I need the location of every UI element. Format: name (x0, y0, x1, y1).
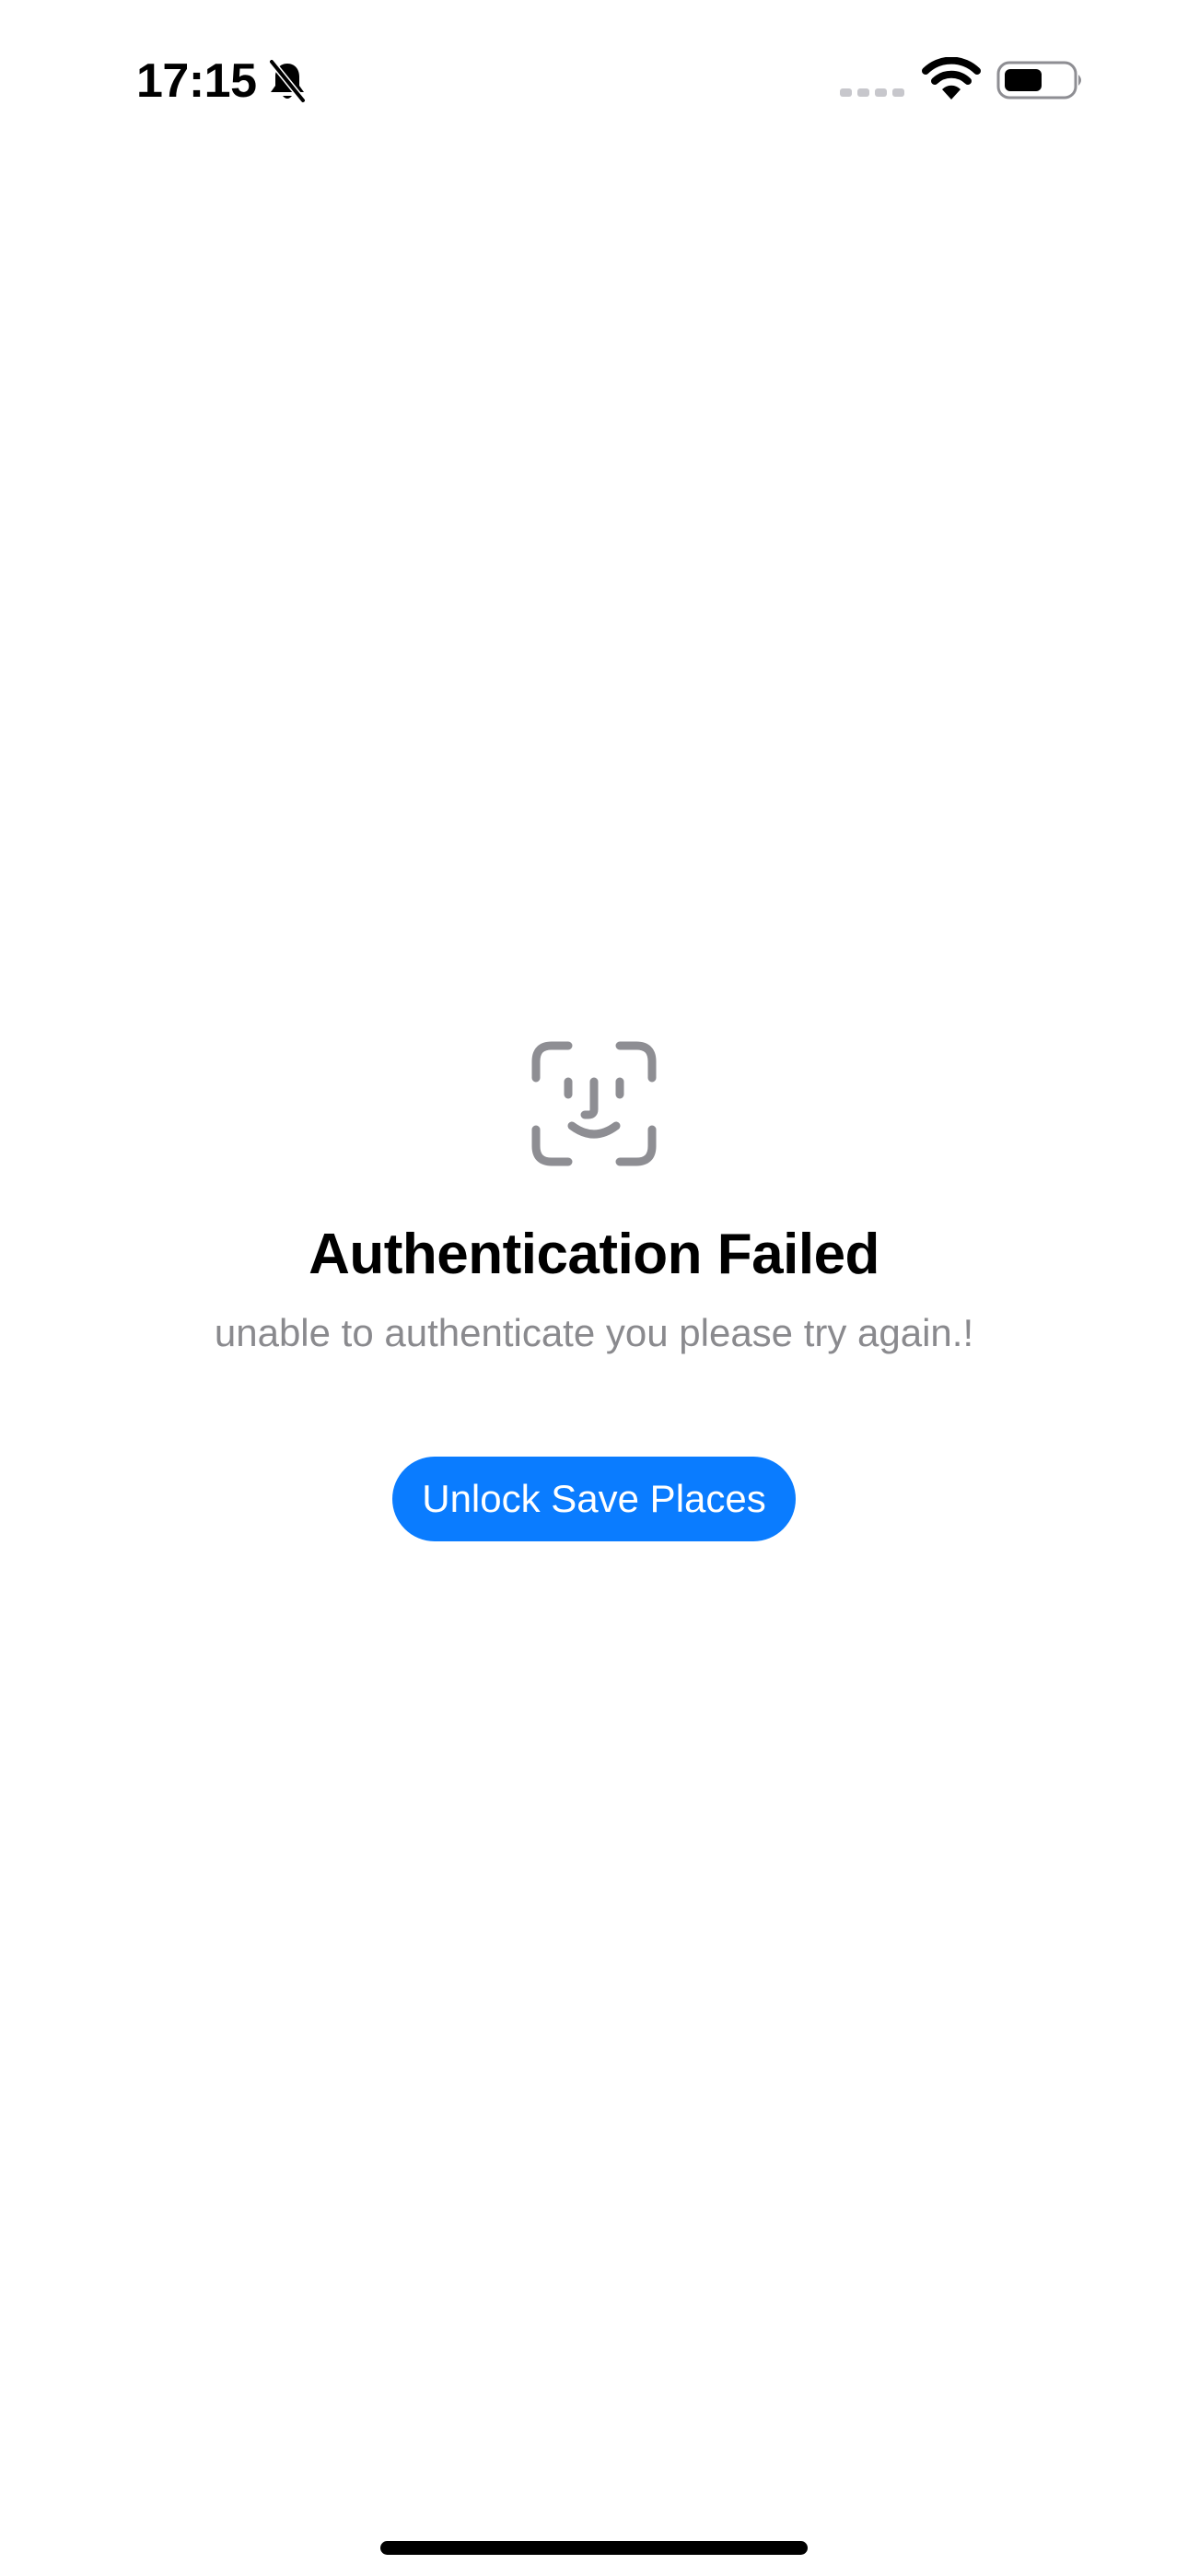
signal-icon (840, 86, 904, 99)
unlock-button[interactable]: Unlock Save Places (392, 1456, 796, 1541)
battery-icon (996, 59, 1085, 101)
home-indicator[interactable] (380, 2541, 808, 2555)
screen: 17:15 Authentication Failed unable to au… (0, 0, 1188, 2576)
status-time-group: 17:15 (136, 50, 309, 112)
wifi-icon (921, 56, 982, 101)
bell-slash-icon (266, 58, 309, 104)
faceid-icon (531, 1041, 657, 1166)
status-time: 17:15 (136, 54, 257, 108)
page-title: Authentication Failed (309, 1223, 879, 1286)
auth-failed-panel: Authentication Failed unable to authenti… (0, 1041, 1188, 1541)
status-bar: 17:15 (0, 0, 1188, 157)
error-message: unable to authenticate you please try ag… (214, 1311, 974, 1355)
